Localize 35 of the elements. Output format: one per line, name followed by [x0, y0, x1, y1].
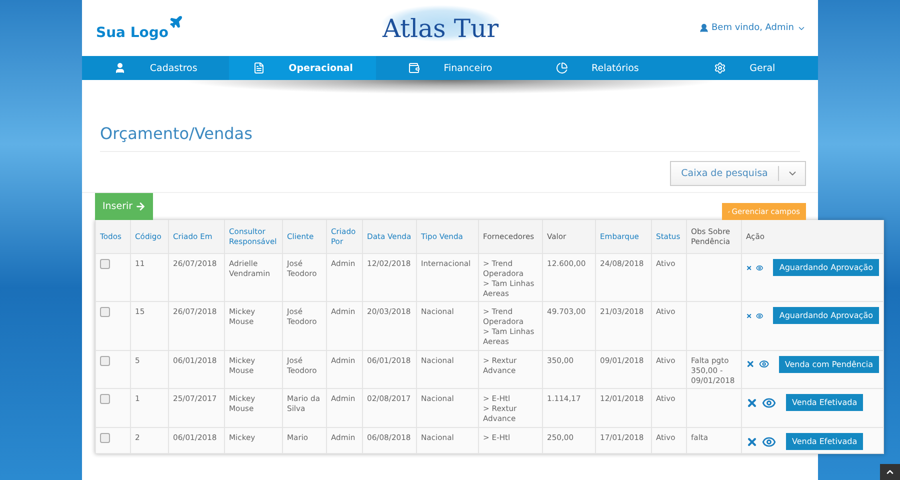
- gear-icon: [714, 62, 726, 74]
- row-checkbox[interactable]: [100, 259, 110, 269]
- brand-logo-text: Atlas Tur: [382, 14, 499, 42]
- status-button[interactable]: Venda com Pendência: [778, 356, 879, 373]
- chevron-up-icon: [885, 467, 895, 477]
- view-icon[interactable]: [762, 434, 776, 449]
- nav-tab[interactable]: Financeiro: [376, 56, 524, 80]
- status-button[interactable]: Venda Efetivada: [786, 433, 864, 450]
- wallet-icon: [408, 62, 420, 74]
- user-menu[interactable]: Bem vindo, Admin: [698, 23, 806, 33]
- page-title: Orçamento/Vendas: [100, 124, 800, 152]
- delete-icon[interactable]: [746, 396, 758, 409]
- nav-tab[interactable]: Cadastros: [82, 56, 230, 80]
- nav-tab[interactable]: Relatórios: [524, 56, 671, 80]
- delete-icon[interactable]: [746, 436, 758, 448]
- document-icon: [252, 62, 265, 74]
- view-icon[interactable]: [762, 396, 776, 410]
- plane-icon: [168, 15, 183, 29]
- insert-button[interactable]: Inserir: [95, 193, 153, 220]
- nav-tab[interactable]: Operacional: [229, 56, 376, 80]
- status-button[interactable]: Aguardando Aprovação: [773, 259, 879, 276]
- status-button[interactable]: Aguardando Aprovação: [773, 307, 879, 324]
- row-checkbox[interactable]: [100, 394, 110, 404]
- search-dropdown[interactable]: Caixa de pesquisa: [670, 161, 806, 186]
- nav-tab[interactable]: Geral: [670, 56, 818, 80]
- row-checkbox[interactable]: [100, 356, 110, 366]
- pie-chart-icon: [556, 62, 568, 74]
- arrow-right-icon: [134, 201, 146, 212]
- row-checkbox[interactable]: [100, 307, 110, 318]
- scroll-top-button[interactable]: [880, 464, 900, 480]
- status-button[interactable]: Venda Efetivada: [786, 394, 864, 412]
- row-checkbox[interactable]: [100, 433, 110, 444]
- logo-text: Sua Logo: [96, 25, 169, 41]
- user-icon: [698, 23, 708, 33]
- user-icon: [114, 62, 126, 74]
